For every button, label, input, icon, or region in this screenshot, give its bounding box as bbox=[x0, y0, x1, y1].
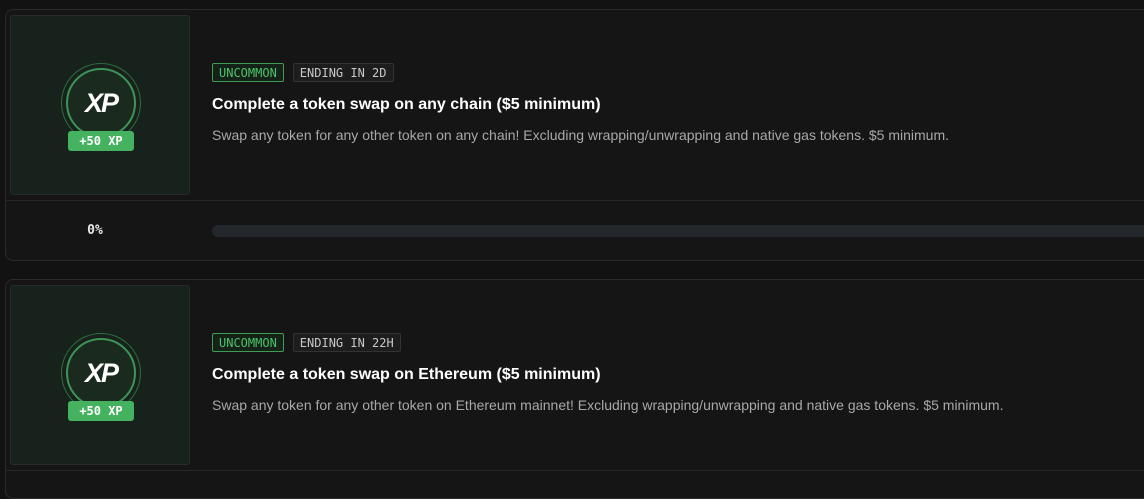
quest-description: Swap any token for any other token on an… bbox=[212, 127, 949, 143]
quest-description: Swap any token for any other token on Et… bbox=[212, 397, 1004, 413]
quest-title: Complete a token swap on Ethereum ($5 mi… bbox=[212, 366, 601, 383]
quest-badges: UNCOMMON ENDING IN 22H bbox=[212, 333, 401, 352]
xp-reward-amount: +50 XP bbox=[68, 401, 134, 421]
quest-progress-row: 0% bbox=[6, 201, 1144, 260]
quest-header: XP +50 XP UNCOMMON ENDING IN 22H Complet… bbox=[6, 280, 1144, 471]
rarity-badge: UNCOMMON bbox=[212, 333, 284, 352]
quest-title: Complete a token swap on any chain ($5 m… bbox=[212, 96, 601, 113]
ending-badge: ENDING IN 22H bbox=[292, 333, 401, 352]
xp-logo-icon: XP bbox=[84, 357, 119, 388]
quest-card[interactable]: XP +50 XP UNCOMMON ENDING IN 2D Complete… bbox=[5, 9, 1144, 261]
xp-badge: XP bbox=[66, 338, 136, 408]
quest-header: XP +50 XP UNCOMMON ENDING IN 2D Complete… bbox=[6, 10, 1144, 201]
xp-badge: XP bbox=[66, 68, 136, 138]
xp-reward-tile: XP +50 XP bbox=[10, 15, 190, 195]
progress-percent: 0% bbox=[87, 223, 103, 238]
xp-reward-tile: XP +50 XP bbox=[10, 285, 190, 465]
progress-bar bbox=[212, 225, 1144, 237]
ending-badge: ENDING IN 2D bbox=[292, 63, 394, 82]
xp-reward-amount: +50 XP bbox=[68, 131, 134, 151]
quest-card[interactable]: XP +50 XP UNCOMMON ENDING IN 22H Complet… bbox=[5, 279, 1144, 499]
xp-logo-icon: XP bbox=[84, 87, 119, 118]
quest-badges: UNCOMMON ENDING IN 2D bbox=[212, 63, 394, 82]
rarity-badge: UNCOMMON bbox=[212, 63, 284, 82]
